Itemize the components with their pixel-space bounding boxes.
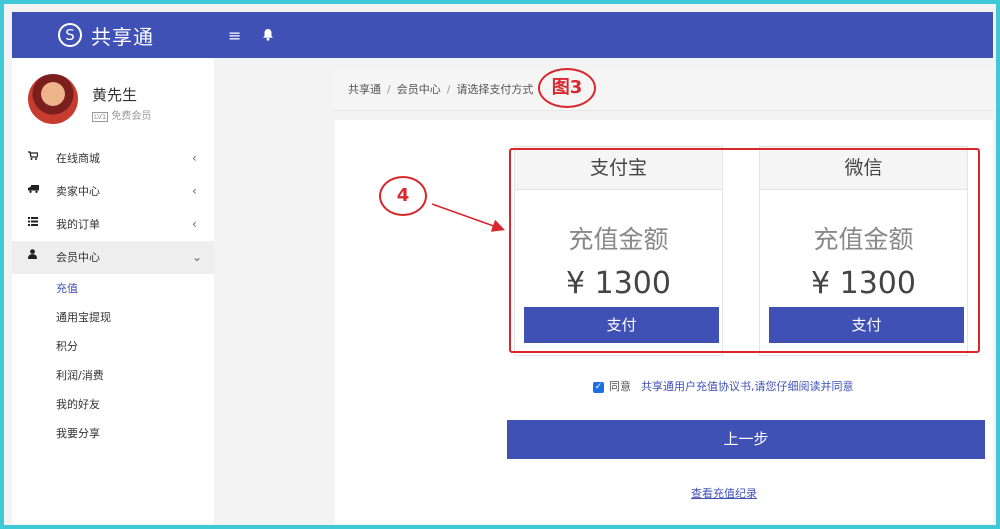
- sidebar-subitem-points[interactable]: 积分: [12, 332, 214, 361]
- sidebar-subitem-profit[interactable]: 利润/消费: [12, 361, 214, 390]
- chevron-down-icon: ⌄: [192, 250, 203, 264]
- breadcrumb-trail: 共享通 / 会员中心 / 请选择支付方式: [348, 70, 533, 110]
- recharge-history-link[interactable]: 查看充值纪录: [691, 485, 757, 501]
- hamburger-icon[interactable]: ≡: [228, 26, 241, 45]
- sidebar-item-label: 我的订单: [56, 218, 100, 231]
- sidebar-item-orders[interactable]: 我的订单 ‹: [12, 208, 214, 241]
- sidebar-item-label: 卖家中心: [56, 185, 100, 198]
- sidebar-subitem-friends[interactable]: 我的好友: [12, 390, 214, 419]
- annotation-highlight-box: [509, 148, 980, 353]
- breadcrumb-separator: /: [387, 83, 391, 96]
- sidebar-item-shop[interactable]: 在线商城 ‹: [12, 142, 214, 175]
- sidebar-item-label: 在线商城: [56, 152, 100, 165]
- sidebar-subitem-share[interactable]: 我要分享: [12, 419, 214, 448]
- sidebar-item-seller[interactable]: 卖家中心 ‹: [12, 175, 214, 208]
- level-label: 免费会员: [111, 111, 152, 122]
- list-icon: [28, 208, 38, 241]
- chevron-left-icon: ‹: [192, 217, 197, 231]
- annotation-step-number: 4: [379, 176, 427, 216]
- annotation-figure-label: 图3: [538, 68, 596, 108]
- cart-icon: [28, 142, 39, 175]
- agree-label: 同意: [609, 380, 631, 393]
- sidebar: 黄先生 LV1 免费会员 在线商城 ‹ 卖家中心 ‹ 我的订单 ‹ 会员中心 ⌄…: [12, 58, 214, 524]
- breadcrumb-member[interactable]: 会员中心: [397, 83, 441, 96]
- breadcrumb: 共享通 / 会员中心 / 请选择支付方式: [335, 70, 993, 111]
- previous-step-button[interactable]: 上一步: [507, 420, 985, 459]
- sidebar-item-label: 会员中心: [56, 251, 100, 264]
- agreement-link[interactable]: 共享通用户充值协议书,请您仔细阅读并同意: [641, 380, 854, 393]
- sidebar-item-member-center[interactable]: 会员中心 ⌄: [12, 241, 214, 274]
- bell-icon[interactable]: [262, 26, 274, 45]
- sidebar-nav: 在线商城 ‹ 卖家中心 ‹ 我的订单 ‹ 会员中心 ⌄ 充值 通用宝提现 积分 …: [12, 142, 214, 448]
- breadcrumb-home[interactable]: 共享通: [348, 83, 381, 96]
- level-badge: LV1: [92, 112, 109, 122]
- top-navbar: S 共享通 ≡: [12, 12, 993, 58]
- chevron-left-icon: ‹: [192, 151, 197, 165]
- sidebar-subitem-withdraw[interactable]: 通用宝提现: [12, 303, 214, 332]
- user-level: LV1 免费会员: [92, 107, 151, 122]
- chevron-left-icon: ‹: [192, 184, 197, 198]
- agreement-row: ✓ 同意 共享通用户充值协议书,请您仔细阅读并同意: [593, 379, 854, 395]
- screenshot-frame: S 共享通 ≡ 黄先生 LV1 免费会员 在线商城 ‹ 卖家中心 ‹ 我的订单 …: [0, 0, 1000, 529]
- user-icon: [28, 241, 37, 274]
- logo-icon: S: [58, 23, 82, 47]
- app-logo[interactable]: S 共享通: [58, 20, 154, 50]
- user-name: 黄先生: [92, 86, 138, 104]
- avatar[interactable]: [28, 74, 78, 124]
- app-name: 共享通: [91, 24, 154, 49]
- sidebar-subitem-recharge[interactable]: 充值: [12, 274, 214, 303]
- truck-icon: [28, 175, 39, 208]
- agreement-checkbox[interactable]: ✓: [593, 381, 604, 393]
- user-panel: 黄先生 LV1 免费会员: [28, 74, 218, 130]
- breadcrumb-separator: /: [446, 83, 451, 96]
- breadcrumb-current: 请选择支付方式: [456, 83, 534, 96]
